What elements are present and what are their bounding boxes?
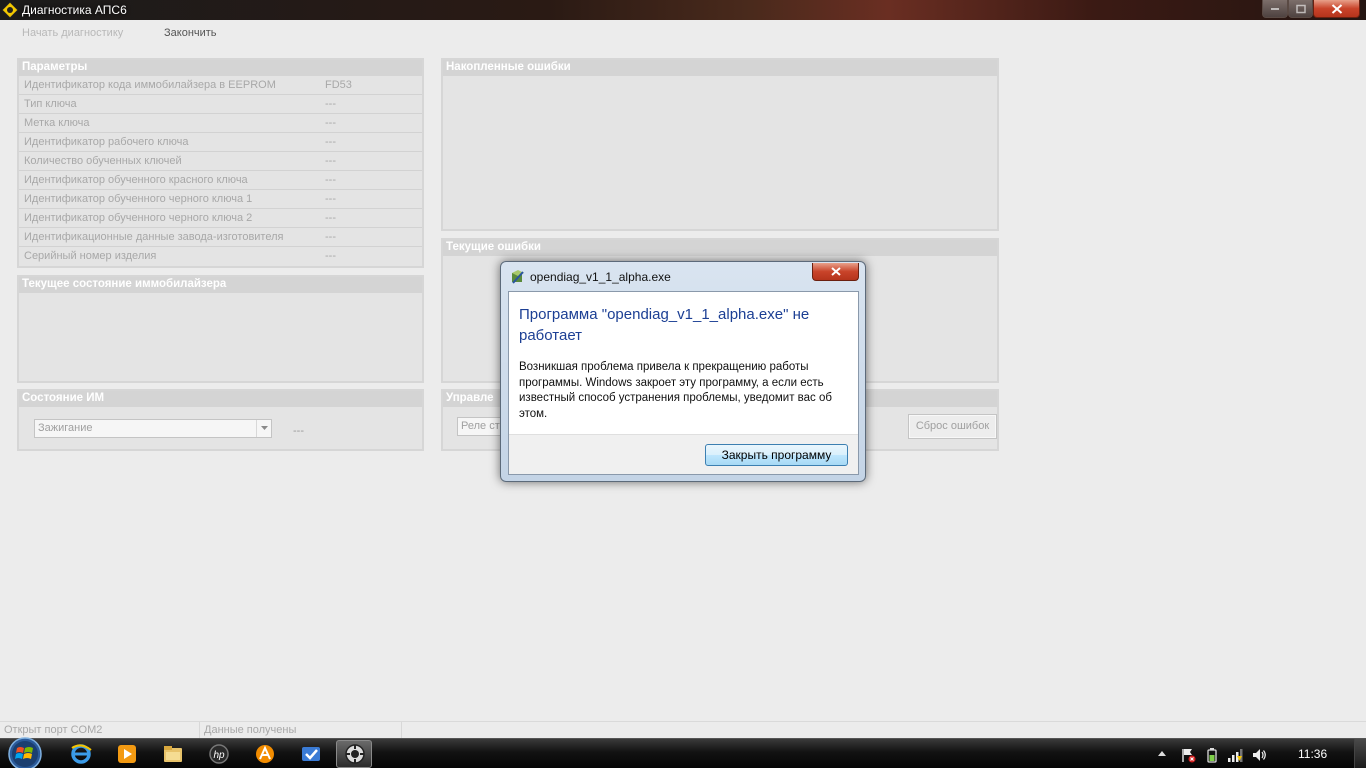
app-diamond-icon xyxy=(1,1,19,19)
param-row: Идентификатор обученного черного ключа 1… xyxy=(19,190,422,209)
media-player-icon[interactable] xyxy=(115,742,139,766)
param-label: Идентификатор рабочего ключа xyxy=(24,136,189,148)
param-value: --- xyxy=(325,250,336,262)
param-row: Идентификационные данные завода-изготови… xyxy=(19,228,422,247)
immobilizer-state-header: Текущее состояние иммобилайзера xyxy=(19,277,422,293)
dialog-title: opendiag_v1_1_alpha.exe xyxy=(530,270,671,284)
params-panel-header: Параметры xyxy=(19,60,422,76)
param-value: --- xyxy=(325,136,336,148)
im-state-value: --- xyxy=(293,425,304,437)
param-value: --- xyxy=(325,174,336,186)
dialog-close-button[interactable] xyxy=(812,263,859,281)
minimize-button[interactable] xyxy=(1262,0,1288,18)
param-label: Идентификационные данные завода-изготови… xyxy=(24,231,284,243)
param-label: Серийный номер изделия xyxy=(24,250,157,262)
param-value: --- xyxy=(325,193,336,205)
im-state-panel: Состояние ИМ Зажигание --- xyxy=(17,389,424,451)
start-diagnostics-menu[interactable]: Начать диагностику xyxy=(22,27,123,39)
window-title: Диагностика АПС6 xyxy=(22,3,127,17)
params-panel: Параметры Идентификатор кода иммобилайзе… xyxy=(17,58,424,268)
current-errors-header: Текущие ошибки xyxy=(443,240,997,256)
internet-explorer-icon[interactable] xyxy=(69,742,93,766)
param-value: --- xyxy=(325,231,336,243)
param-label: Идентификатор обученного черного ключа 2 xyxy=(24,212,253,224)
param-value: --- xyxy=(325,98,336,110)
error-dialog: opendiag_v1_1_alpha.exe Программа "opend… xyxy=(500,261,866,482)
param-row: Серийный номер изделия --- xyxy=(19,247,422,266)
chevron-down-icon[interactable] xyxy=(256,420,271,437)
param-value: --- xyxy=(325,117,336,129)
file-explorer-icon[interactable] xyxy=(161,742,185,766)
param-row: Метка ключа --- xyxy=(19,114,422,133)
taskbar-active-app[interactable] xyxy=(336,740,372,768)
param-row: Идентификатор обученного красного ключа -… xyxy=(19,171,422,190)
action-center-flag-icon[interactable] xyxy=(1180,747,1196,763)
taskbar: hp 11:36 xyxy=(0,735,1366,768)
dialog-heading: Программа "opendiag_v1_1_alpha.exe" не р… xyxy=(519,306,810,344)
opendiag-icon[interactable] xyxy=(343,742,367,766)
close-window-button[interactable] xyxy=(1313,0,1360,18)
taskbar-clock[interactable]: 11:36 xyxy=(1298,747,1327,761)
program-icon xyxy=(510,269,526,285)
show-desktop-button[interactable] xyxy=(1354,739,1366,768)
param-row: Идентификатор рабочего ключа --- xyxy=(19,133,422,152)
volume-icon[interactable] xyxy=(1251,747,1267,763)
param-label: Идентификатор обученного черного ключа 1 xyxy=(24,193,253,205)
dialog-footer: Закрыть программу xyxy=(509,434,858,474)
avast-icon[interactable] xyxy=(253,742,277,766)
param-value: FD53 xyxy=(325,79,352,91)
param-value: --- xyxy=(325,212,336,224)
menu-bar: Начать диагностику Закончить xyxy=(0,20,1366,46)
param-row: Идентификатор обученного черного ключа 2… xyxy=(19,209,422,228)
param-label: Идентификатор кода иммобилайзера в EEPRO… xyxy=(24,79,276,91)
im-state-dropdown[interactable]: Зажигание xyxy=(34,419,272,438)
dialog-body: Программа "opendiag_v1_1_alpha.exe" не р… xyxy=(508,291,859,475)
dialog-message: Возникшая проблема привела к прекращению… xyxy=(519,361,832,420)
hp-icon[interactable]: hp xyxy=(207,742,231,766)
status-bar: Открыт порт COM2 Данные получены xyxy=(0,721,1366,738)
param-row: Тип ключа --- xyxy=(19,95,422,114)
mail-icon[interactable] xyxy=(299,742,323,766)
param-label: Идентификатор обученного красного ключа xyxy=(24,174,248,186)
battery-icon[interactable] xyxy=(1204,747,1220,763)
params-list: Идентификатор кода иммобилайзера в EEPRO… xyxy=(19,76,422,266)
close-program-button[interactable]: Закрыть программу xyxy=(705,444,848,466)
param-label: Тип ключа xyxy=(24,98,77,110)
svg-text:hp: hp xyxy=(213,750,225,761)
param-value: --- xyxy=(325,155,336,167)
param-label: Метка ключа xyxy=(24,117,90,129)
reset-errors-button[interactable]: Сброс ошибок xyxy=(908,414,997,439)
param-label: Количество обученных ключей xyxy=(24,155,182,167)
show-hidden-icons-icon[interactable] xyxy=(1156,748,1172,764)
accumulated-errors-header: Накопленные ошибки xyxy=(443,60,997,76)
network-signal-icon[interactable] xyxy=(1227,747,1243,763)
status-data: Данные получены xyxy=(200,722,402,738)
param-row: Идентификатор кода иммобилайзера в EEPRO… xyxy=(19,76,422,95)
accumulated-errors-panel: Накопленные ошибки xyxy=(441,58,999,231)
im-state-header: Состояние ИМ xyxy=(19,391,422,407)
start-button-icon[interactable] xyxy=(5,735,45,768)
maximize-button[interactable] xyxy=(1288,0,1313,18)
title-bar: Диагностика АПС6 xyxy=(0,0,1366,20)
param-row: Количество обученных ключей --- xyxy=(19,152,422,171)
relay-dropdown-value: Реле ст xyxy=(461,420,500,432)
im-state-dropdown-value: Зажигание xyxy=(38,422,93,434)
immobilizer-state-panel: Текущее состояние иммобилайзера xyxy=(17,275,424,383)
finish-menu[interactable]: Закончить xyxy=(164,27,217,39)
